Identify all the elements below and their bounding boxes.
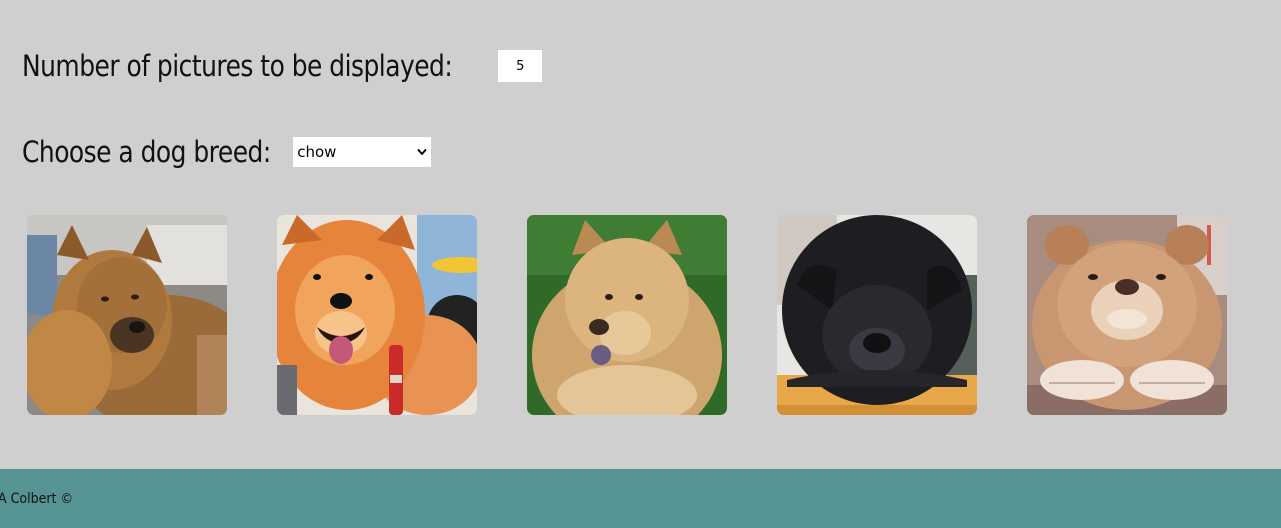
dog-image-4 [777, 215, 977, 415]
picture-count-row: Number of pictures to be displayed: [22, 44, 543, 88]
dog-image-3 [527, 215, 727, 415]
page: Number of pictures to be displayed: Choo… [0, 0, 1281, 528]
dog-image-1 [27, 215, 227, 415]
picture-count-input[interactable] [498, 50, 543, 82]
breed-row: Choose a dog breed: chow [22, 130, 432, 174]
chevron-down-icon [417, 149, 427, 155]
footer-credit: A Colbert © [0, 490, 74, 507]
breed-select[interactable]: chow [293, 137, 432, 167]
breed-select-value: chow [297, 143, 337, 161]
footer: A Colbert © [0, 469, 1281, 528]
picture-count-label: Number of pictures to be displayed: [22, 49, 453, 83]
dog-image-2 [277, 215, 477, 415]
dog-gallery [27, 215, 1227, 415]
dog-image-5 [1027, 215, 1227, 415]
breed-label: Choose a dog breed: [22, 135, 271, 169]
